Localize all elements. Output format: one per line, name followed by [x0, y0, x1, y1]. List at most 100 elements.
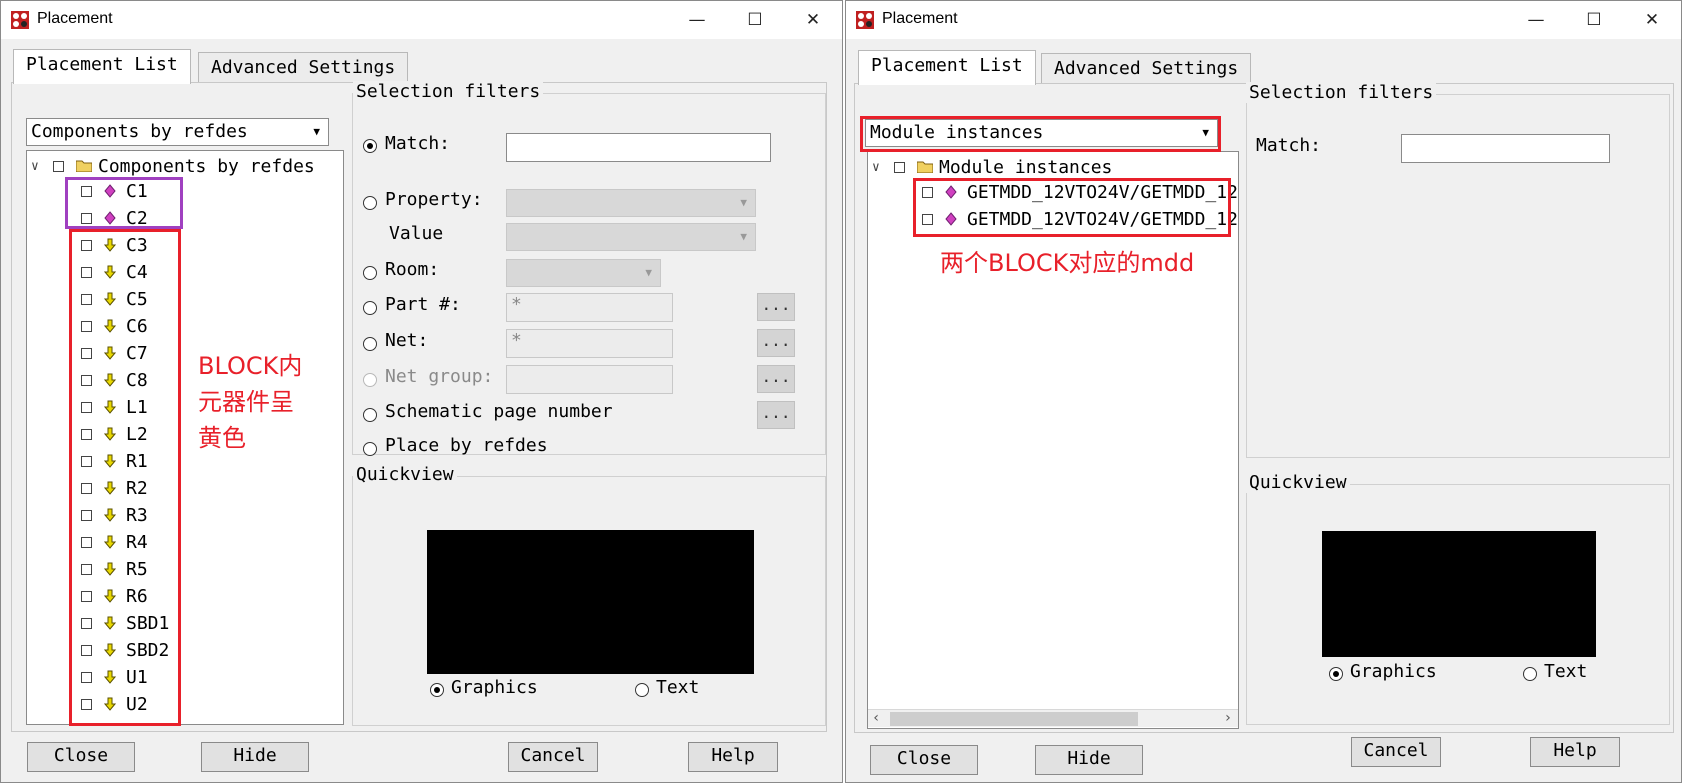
graphics-radio[interactable]	[430, 683, 444, 697]
graphics-radio[interactable]	[1329, 667, 1343, 681]
placement-window-right: Placement — ☐ ✕ Placement List Advanced …	[845, 0, 1682, 783]
quickview-canvas	[427, 530, 754, 674]
net-input[interactable]: *	[506, 329, 673, 358]
annotation-note: BLOCK内 元器件呈 黄色	[198, 348, 302, 456]
chevron-down-icon[interactable]: ∨	[31, 159, 45, 174]
selection-filters-label: Selection filters	[353, 81, 544, 102]
text-label: Text	[1544, 661, 1588, 682]
horizontal-scrollbar[interactable]: ‹ ›	[868, 709, 1238, 727]
schematic-page-browse-button[interactable]: ...	[757, 401, 795, 429]
window-title: Placement	[37, 10, 113, 27]
minimize-icon[interactable]: —	[668, 1, 726, 39]
chevron-down-icon[interactable]: ∨	[872, 160, 886, 175]
tree-root-checkbox[interactable]	[894, 161, 905, 173]
part-label: Part #:	[385, 294, 461, 315]
tree-root-label: Module instances	[939, 156, 1113, 178]
quickview-canvas	[1322, 531, 1596, 657]
help-button[interactable]: Help	[688, 742, 778, 772]
match-label: Match:	[385, 133, 451, 154]
value-combo[interactable]: ▼	[506, 223, 756, 251]
placement-app-icon	[856, 11, 874, 29]
property-combo[interactable]: ▼	[506, 189, 756, 217]
match-label: Match:	[1256, 135, 1322, 156]
cancel-button[interactable]: Cancel	[1351, 737, 1441, 767]
graphics-label: Graphics	[451, 677, 538, 698]
part-browse-button[interactable]: ...	[757, 293, 795, 321]
annotation-note: 两个BLOCK对应的mdd	[940, 249, 1195, 277]
red-highlight-instances	[913, 178, 1231, 237]
text-radio[interactable]	[1523, 667, 1537, 681]
selection-filters-label: Selection filters	[1246, 82, 1437, 103]
room-label: Room:	[385, 259, 440, 280]
hide-button[interactable]: Hide	[1035, 745, 1143, 775]
title-bar: Placement — ☐ ✕	[1, 1, 842, 39]
value-label: Value	[389, 223, 444, 244]
text-radio[interactable]	[635, 683, 649, 697]
room-combo[interactable]: ▼	[506, 259, 661, 287]
hide-button[interactable]: Hide	[201, 742, 309, 772]
close-button[interactable]: Close	[27, 742, 135, 772]
match-input[interactable]	[506, 133, 771, 162]
net-label: Net:	[385, 330, 429, 351]
net-group-label: Net group:	[385, 366, 494, 387]
chevron-right-icon[interactable]: ›	[1224, 710, 1232, 726]
net-group-input	[506, 365, 673, 394]
schematic-page-label: Schematic page number	[385, 401, 613, 422]
purple-highlight-box	[65, 177, 183, 229]
folder-open-icon	[917, 161, 933, 173]
tree-root-checkbox[interactable]	[53, 160, 64, 172]
module-tree: ∨ Module instances GETMDD_12VTO24V/GETMD…	[867, 151, 1239, 729]
scrollbar-thumb[interactable]	[890, 712, 1138, 726]
maximize-icon[interactable]: ☐	[1565, 1, 1623, 39]
tree-root-row[interactable]: ∨ Module instances	[872, 154, 1112, 180]
folder-open-icon	[76, 160, 92, 172]
window-title: Placement	[882, 10, 958, 27]
dropdown-value: Components by refdes	[31, 121, 248, 142]
chevron-down-icon: ▼	[645, 266, 652, 279]
placement-app-icon	[11, 11, 29, 29]
quickview-label: Quickview	[1246, 472, 1350, 493]
placement-window-left: Placement — ☐ ✕ Placement List Advanced …	[0, 0, 843, 783]
tab-advanced-settings[interactable]: Advanced Settings	[1041, 53, 1252, 85]
close-icon[interactable]: ✕	[784, 1, 842, 39]
property-radio[interactable]	[363, 196, 377, 210]
annotation-line: 元器件呈	[198, 388, 294, 416]
list-type-dropdown[interactable]: Components by refdes ▼	[26, 118, 329, 146]
tree-root-row[interactable]: ∨ Components by refdes	[31, 153, 315, 179]
part-input[interactable]: *	[506, 293, 673, 322]
annotation-line: 黄色	[198, 424, 246, 452]
schematic-page-radio[interactable]	[363, 408, 377, 422]
tab-placement-list[interactable]: Placement List	[858, 50, 1036, 85]
red-highlight-box	[69, 229, 181, 726]
close-icon[interactable]: ✕	[1623, 1, 1681, 39]
annotation-line: BLOCK内	[198, 352, 303, 380]
net-group-radio	[363, 373, 377, 387]
tree-root-label: Components by refdes	[98, 155, 315, 177]
text-label: Text	[656, 677, 700, 698]
net-radio[interactable]	[363, 337, 377, 351]
cancel-button[interactable]: Cancel	[508, 742, 598, 772]
help-button[interactable]: Help	[1530, 737, 1620, 767]
quickview-label: Quickview	[353, 464, 457, 485]
chevron-down-icon: ▼	[740, 230, 747, 243]
net-group-browse-button[interactable]: ...	[757, 365, 795, 393]
property-label: Property:	[385, 189, 483, 210]
title-bar: Placement — ☐ ✕	[846, 1, 1681, 39]
match-radio[interactable]	[363, 139, 377, 153]
close-button[interactable]: Close	[870, 745, 978, 775]
net-browse-button[interactable]: ...	[757, 329, 795, 357]
part-radio[interactable]	[363, 301, 377, 315]
match-input[interactable]	[1401, 134, 1610, 163]
chevron-down-icon: ▼	[740, 196, 747, 209]
red-highlight-dropdown	[860, 116, 1221, 152]
minimize-icon[interactable]: —	[1507, 1, 1565, 39]
place-by-refdes-label: Place by refdes	[385, 435, 548, 456]
tab-advanced-settings[interactable]: Advanced Settings	[198, 52, 409, 84]
maximize-icon[interactable]: ☐	[726, 1, 784, 39]
chevron-down-icon: ▼	[313, 125, 320, 138]
graphics-label: Graphics	[1350, 661, 1437, 682]
room-radio[interactable]	[363, 266, 377, 280]
tab-placement-list[interactable]: Placement List	[13, 49, 191, 84]
chevron-left-icon[interactable]: ‹	[872, 710, 880, 726]
place-by-refdes-radio[interactable]	[363, 442, 377, 456]
